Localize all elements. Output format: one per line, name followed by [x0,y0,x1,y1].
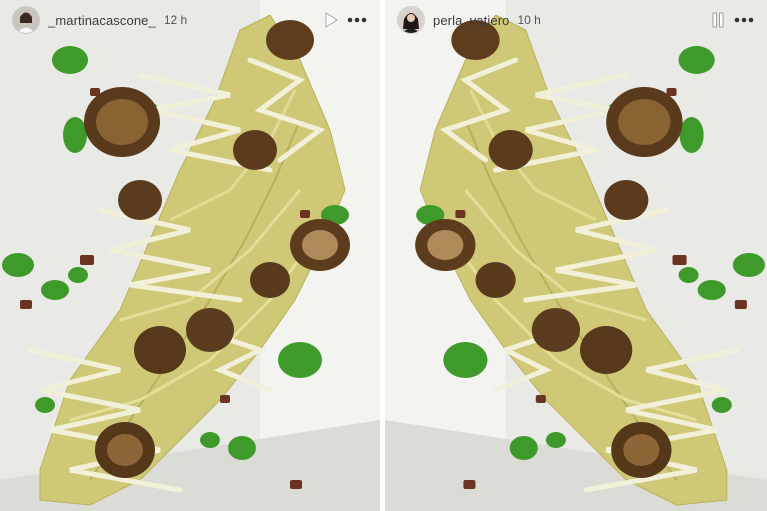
story-username[interactable]: _martinacascone_ [48,13,156,28]
story-header: _martinacascone_ 12 h [0,0,380,40]
story-timestamp: 10 h [517,13,541,27]
pause-icon[interactable] [705,7,731,33]
story-right[interactable]: perla_vatiero 10 h [385,0,767,511]
story-photo [0,0,380,511]
more-horizontal-icon[interactable] [344,7,370,33]
play-icon[interactable] [318,7,344,33]
avatar-icon[interactable] [12,6,40,34]
story-timestamp: 12 h [163,13,188,27]
story-photo [385,0,767,511]
avatar-icon[interactable] [397,6,425,34]
story-left[interactable]: _martinacascone_ 12 h [0,0,380,511]
story-comparison: _martinacascone_ 12 h perla_vatiero 10 h [0,0,767,511]
story-username[interactable]: perla_vatiero [433,13,509,28]
story-header: perla_vatiero 10 h [385,0,767,40]
more-horizontal-icon[interactable] [731,7,757,33]
